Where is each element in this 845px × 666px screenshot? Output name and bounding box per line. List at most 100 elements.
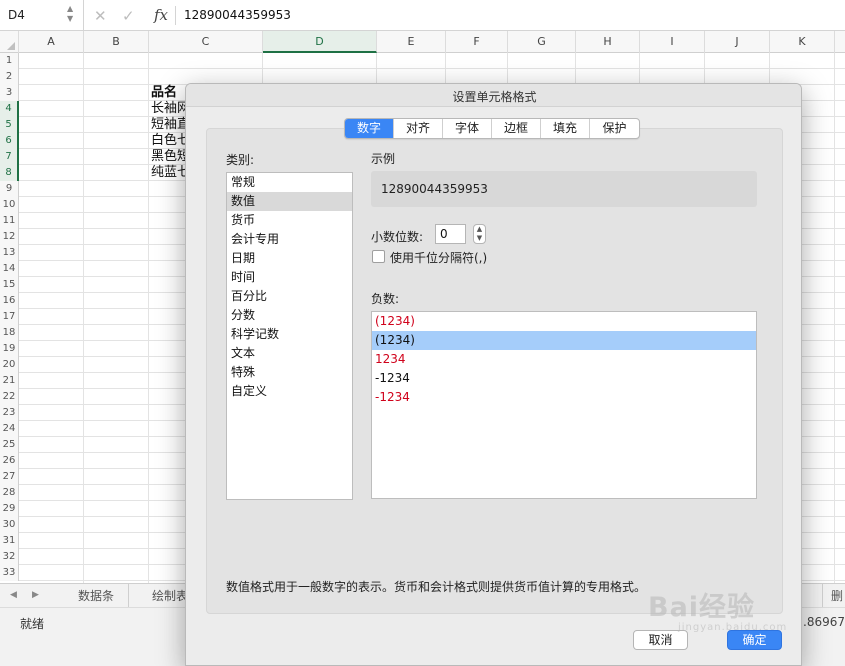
- category-item[interactable]: 自定义: [227, 382, 352, 401]
- decimal-places-label: 小数位数:: [371, 230, 424, 244]
- category-item[interactable]: 文本: [227, 344, 352, 363]
- category-item[interactable]: 分数: [227, 306, 352, 325]
- tab-4[interactable]: 边框: [492, 119, 541, 138]
- row-header[interactable]: 31: [0, 533, 19, 549]
- negative-format-option[interactable]: 1234: [372, 350, 756, 369]
- row-header[interactable]: 15: [0, 277, 19, 293]
- column-header[interactable]: F: [446, 31, 508, 53]
- name-box[interactable]: D4 ▲ ▼: [0, 0, 84, 31]
- row-header[interactable]: 27: [0, 469, 19, 485]
- negative-format-option[interactable]: (1234): [372, 312, 756, 331]
- select-all-icon: [7, 42, 15, 50]
- column-header[interactable]: D: [263, 31, 377, 53]
- row-header[interactable]: 25: [0, 437, 19, 453]
- row-header[interactable]: 30: [0, 517, 19, 533]
- divider: [175, 6, 176, 25]
- column-header[interactable]: B: [84, 31, 149, 53]
- column-header[interactable]: J: [705, 31, 770, 53]
- row-header[interactable]: 23: [0, 405, 19, 421]
- select-all-button[interactable]: [0, 31, 19, 53]
- row-header[interactable]: 9: [0, 181, 19, 197]
- row-header[interactable]: 28: [0, 485, 19, 501]
- row-header[interactable]: 4: [0, 101, 19, 117]
- category-item[interactable]: 特殊: [227, 363, 352, 382]
- negative-format-option[interactable]: -1234: [372, 388, 756, 407]
- row-header[interactable]: 22: [0, 389, 19, 405]
- row-header[interactable]: 17: [0, 309, 19, 325]
- category-item[interactable]: 会计专用: [227, 230, 352, 249]
- category-item[interactable]: 日期: [227, 249, 352, 268]
- tab-6[interactable]: 保护: [590, 119, 639, 138]
- cell[interactable]: 品名: [151, 85, 177, 101]
- column-header-bar: ABCDEFGHIJK: [0, 31, 845, 53]
- row-header[interactable]: 12: [0, 229, 19, 245]
- row-header[interactable]: 33: [0, 565, 19, 581]
- tab-2[interactable]: 对齐: [394, 119, 443, 138]
- category-list[interactable]: 常规 数值 货币 会计专用 日期 时间 百分比 分数 科学记数 文本 特殊 自定义: [226, 172, 353, 500]
- formula-bar: D4 ▲ ▼ ✕ ✓ fx 12890044359953: [0, 0, 845, 31]
- prev-sheet-icon[interactable]: ◀: [10, 590, 17, 600]
- tab-3[interactable]: 字体: [443, 119, 492, 138]
- name-box-stepper-icon[interactable]: ▲ ▼: [67, 4, 73, 24]
- row-header[interactable]: 24: [0, 421, 19, 437]
- row-header[interactable]: 18: [0, 325, 19, 341]
- baidu-jingyan-watermark: Bai经验 jingyan.baidu.com: [648, 585, 808, 645]
- category-item[interactable]: 科学记数: [227, 325, 352, 344]
- next-sheet-icon[interactable]: ▶: [32, 590, 39, 600]
- close-icon[interactable]: ✕: [94, 7, 107, 25]
- column-header[interactable]: K: [770, 31, 835, 53]
- decimal-places-stepper[interactable]: ▲ ▼: [473, 224, 486, 244]
- column-header[interactable]: G: [508, 31, 576, 53]
- row-header[interactable]: 2: [0, 69, 19, 85]
- category-item[interactable]: 常规: [227, 173, 352, 192]
- row-header[interactable]: 8: [0, 165, 19, 181]
- column-header[interactable]: A: [19, 31, 84, 53]
- row-header[interactable]: 20: [0, 357, 19, 373]
- category-item[interactable]: 数值: [227, 192, 352, 211]
- negative-numbers-list[interactable]: (1234) (1234) 1234 -1234 -1234: [371, 311, 757, 499]
- tab-1[interactable]: 数字: [345, 119, 394, 138]
- row-header[interactable]: 26: [0, 453, 19, 469]
- row-header[interactable]: 10: [0, 197, 19, 213]
- row-header[interactable]: 13: [0, 245, 19, 261]
- category-item[interactable]: 时间: [227, 268, 352, 287]
- sheet-row: 1: [0, 53, 845, 69]
- row-header[interactable]: 14: [0, 261, 19, 277]
- decimal-places-input[interactable]: 0: [435, 224, 466, 244]
- row-header[interactable]: 29: [0, 501, 19, 517]
- category-label: 类别:: [226, 153, 255, 167]
- dialog-title: 设置单元格格式: [452, 90, 537, 104]
- row-header[interactable]: 11: [0, 213, 19, 229]
- watermark-url: jingyan.baidu.com: [678, 622, 788, 633]
- negative-format-option[interactable]: -1234: [372, 369, 756, 388]
- negative-format-option[interactable]: (1234): [372, 331, 756, 350]
- row-header[interactable]: 6: [0, 133, 19, 149]
- row-header[interactable]: 5: [0, 117, 19, 133]
- row-header[interactable]: 7: [0, 149, 19, 165]
- row-header[interactable]: 1: [0, 53, 19, 69]
- negative-numbers-label: 负数:: [371, 292, 400, 306]
- row-header[interactable]: 32: [0, 549, 19, 565]
- column-header[interactable]: H: [576, 31, 640, 53]
- tab-5[interactable]: 填充: [541, 119, 590, 138]
- column-header[interactable]: C: [149, 31, 263, 53]
- format-tab-bar: 数字 对齐 字体 边框 填充 保护: [344, 118, 640, 139]
- sheet-tab[interactable]: 删: [822, 584, 845, 608]
- category-item[interactable]: 货币: [227, 211, 352, 230]
- thousands-separator-label: 使用千位分隔符(,): [390, 251, 488, 265]
- thousands-separator-checkbox[interactable]: [372, 250, 385, 263]
- row-header[interactable]: 21: [0, 373, 19, 389]
- row-header[interactable]: 3: [0, 85, 19, 101]
- sample-box: 12890044359953: [371, 171, 757, 207]
- column-header[interactable]: E: [377, 31, 446, 53]
- row-header[interactable]: 16: [0, 293, 19, 309]
- format-description: 数值格式用于一般数字的表示。货币和会计格式则提供货币值计算的专用格式。: [226, 580, 647, 594]
- function-icon[interactable]: fx: [154, 6, 168, 24]
- dialog-titlebar[interactable]: 设置单元格格式: [186, 84, 801, 107]
- row-header[interactable]: 19: [0, 341, 19, 357]
- check-icon[interactable]: ✓: [122, 7, 135, 25]
- category-item[interactable]: 百分比: [227, 287, 352, 306]
- formula-input[interactable]: 12890044359953: [184, 8, 291, 22]
- sheet-tab[interactable]: 数据条: [64, 584, 130, 608]
- column-header[interactable]: I: [640, 31, 705, 53]
